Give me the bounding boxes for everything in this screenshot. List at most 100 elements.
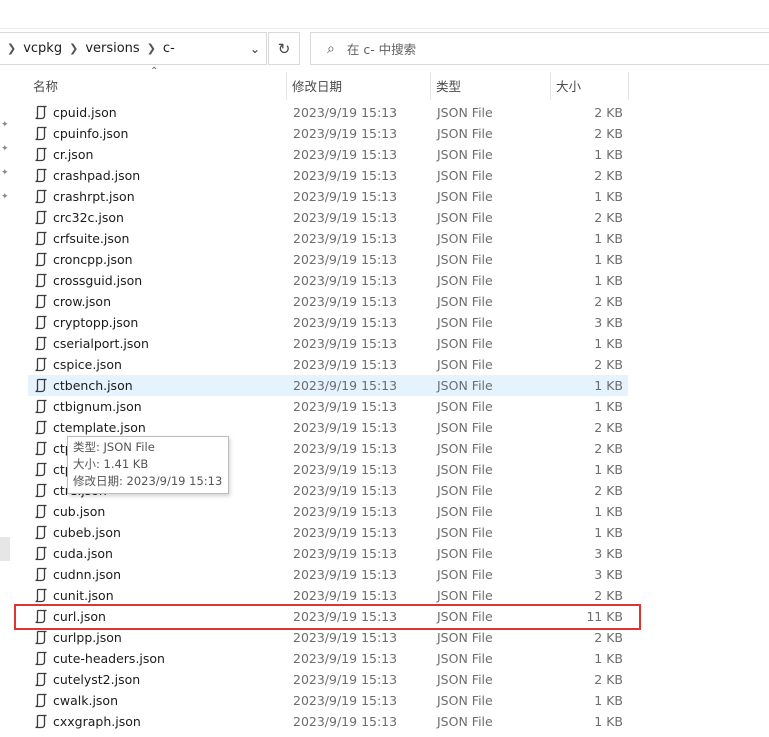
- file-row[interactable]: cpuinfo.json 2023/9/19 15:13 JSON File 2 KB: [28, 123, 628, 144]
- refresh-button[interactable]: ↻: [268, 32, 300, 65]
- file-type: JSON File: [437, 672, 493, 687]
- file-type: JSON File: [437, 273, 493, 288]
- chevron-down-icon[interactable]: ⌄: [244, 33, 266, 64]
- chevron-right-icon[interactable]: ❯: [7, 42, 16, 55]
- file-name[interactable]: cutelyst2.json: [53, 669, 140, 690]
- file-row[interactable]: ctbench.json 2023/9/19 15:13 JSON File 1 KB: [28, 375, 628, 396]
- file-name[interactable]: crfsuite.json: [53, 228, 129, 249]
- chevron-right-icon[interactable]: ❯: [69, 42, 78, 55]
- json-file-icon: [34, 651, 48, 666]
- file-row[interactable]: cutelyst2.json 2023/9/19 15:13 JSON File 2 …: [28, 669, 628, 690]
- file-row[interactable]: ctemplate.json 2023/9/19 15:13 JSON File 2 …: [28, 417, 628, 438]
- file-row[interactable]: cpuid.json 2023/9/19 15:13 JSON File 2 KB: [28, 102, 628, 123]
- file-row[interactable]: crossguid.json 2023/9/19 15:13 JSON File 1 …: [28, 270, 628, 291]
- file-row[interactable]: cudnn.json 2023/9/19 15:13 JSON File 3 KB: [28, 564, 628, 585]
- json-file-icon: [34, 126, 48, 141]
- json-file-icon: [34, 357, 48, 372]
- file-size: 3 KB: [594, 315, 623, 330]
- file-row[interactable]: cwalk.json 2023/9/19 15:13 JSON File 1 KB: [28, 690, 628, 711]
- file-name[interactable]: cuda.json: [53, 543, 113, 564]
- file-row[interactable]: cute-headers.json 2023/9/19 15:13 JSON Fil…: [28, 648, 628, 669]
- file-row[interactable]: crfsuite.json 2023/9/19 15:13 JSON File 1 K…: [28, 228, 628, 249]
- file-name[interactable]: cryptopp.json: [53, 312, 138, 333]
- file-name[interactable]: cserialport.json: [53, 333, 149, 354]
- file-tooltip: 类型: JSON File 大小: 1.41 KB 修改日期: 2023/9/1…: [67, 436, 229, 494]
- file-name[interactable]: crc32c.json: [53, 207, 124, 228]
- file-name[interactable]: ctbench.json: [53, 375, 133, 396]
- column-header-date[interactable]: 修改日期: [287, 66, 430, 104]
- file-size: 1 KB: [594, 189, 623, 204]
- chevron-right-icon[interactable]: ❯: [147, 42, 156, 55]
- file-name[interactable]: crashrpt.json: [53, 186, 135, 207]
- pin-icon[interactable]: ✦: [1, 169, 9, 178]
- file-type: JSON File: [437, 294, 493, 309]
- file-row[interactable]: crow.json 2023/9/19 15:13 JSON File 2 KB: [28, 291, 628, 312]
- file-name[interactable]: cub.json: [53, 501, 105, 522]
- file-row[interactable]: cubeb.json 2023/9/19 15:13 JSON File 1 KB: [28, 522, 628, 543]
- pin-icon[interactable]: ✦: [1, 193, 9, 202]
- file-row[interactable]: crashpad.json 2023/9/19 15:13 JSON File 2 K…: [28, 165, 628, 186]
- breadcrumb-current[interactable]: c-: [163, 41, 175, 56]
- address-bar[interactable]: ❯ vcpkg ❯ versions ❯ c- ⌄: [0, 32, 267, 65]
- file-name[interactable]: cwalk.json: [53, 690, 118, 711]
- nav-scroll-marker: [0, 537, 10, 561]
- file-name[interactable]: cpuid.json: [53, 102, 117, 123]
- file-date: 2023/9/19 15:13: [293, 378, 398, 393]
- file-row[interactable]: cspice.json 2023/9/19 15:13 JSON File 2 KB: [28, 354, 628, 375]
- file-date: 2023/9/19 15:13: [293, 189, 398, 204]
- pin-icon[interactable]: ✦: [1, 145, 9, 154]
- file-name[interactable]: crow.json: [53, 291, 111, 312]
- file-row[interactable]: cub.json 2023/9/19 15:13 JSON File 1 KB: [28, 501, 628, 522]
- file-row[interactable]: crashrpt.json 2023/9/19 15:13 JSON File 1 K…: [28, 186, 628, 207]
- json-file-icon: [34, 630, 48, 645]
- file-name[interactable]: crossguid.json: [53, 270, 142, 291]
- file-type: JSON File: [437, 546, 493, 561]
- file-row[interactable]: cserialport.json 2023/9/19 15:13 JSON File…: [28, 333, 628, 354]
- search-input[interactable]: ⌕ 在 c- 中搜索: [310, 32, 769, 65]
- file-name[interactable]: cubeb.json: [53, 522, 121, 543]
- file-name[interactable]: cute-headers.json: [53, 648, 165, 669]
- breadcrumb-versions[interactable]: versions: [85, 41, 139, 56]
- file-row[interactable]: crc32c.json 2023/9/19 15:13 JSON File 2 KB: [28, 207, 628, 228]
- file-type: JSON File: [437, 105, 493, 120]
- file-row[interactable]: ctbignum.json 2023/9/19 15:13 JSON File 1 K…: [28, 396, 628, 417]
- breadcrumb-vcpkg[interactable]: vcpkg: [23, 41, 62, 56]
- file-size: 2 KB: [594, 126, 623, 141]
- file-name[interactable]: curlpp.json: [53, 627, 122, 648]
- file-type: JSON File: [437, 714, 493, 729]
- file-name[interactable]: cspice.json: [53, 354, 122, 375]
- file-name[interactable]: cxxgraph.json: [53, 711, 141, 732]
- file-date: 2023/9/19 15:13: [293, 399, 398, 414]
- column-divider[interactable]: [628, 72, 629, 100]
- file-date: 2023/9/19 15:13: [293, 651, 398, 666]
- file-name[interactable]: cudnn.json: [53, 564, 121, 585]
- file-type: JSON File: [437, 357, 493, 372]
- column-header-name[interactable]: 名称: [28, 66, 286, 104]
- file-name[interactable]: ctemplate.json: [53, 417, 146, 438]
- file-name[interactable]: cpuinfo.json: [53, 123, 128, 144]
- file-type: JSON File: [437, 252, 493, 267]
- file-type: JSON File: [437, 567, 493, 582]
- pin-icon[interactable]: ✦: [1, 121, 9, 130]
- file-name[interactable]: cr.json: [53, 144, 93, 165]
- file-date: 2023/9/19 15:13: [293, 693, 398, 708]
- json-file-icon: [34, 693, 48, 708]
- json-file-icon: [34, 462, 48, 477]
- file-row[interactable]: cryptopp.json 2023/9/19 15:13 JSON File 3 K…: [28, 312, 628, 333]
- column-header-type[interactable]: 类型: [431, 66, 550, 104]
- file-size: 1 KB: [594, 651, 623, 666]
- file-name[interactable]: crashpad.json: [53, 165, 140, 186]
- file-name[interactable]: croncpp.json: [53, 249, 133, 270]
- file-row[interactable]: cr.json 2023/9/19 15:13 JSON File 1 KB: [28, 144, 628, 165]
- file-row[interactable]: cunit.json 2023/9/19 15:13 JSON File 2 KB: [28, 585, 628, 606]
- file-name[interactable]: ctbignum.json: [53, 396, 142, 417]
- file-date: 2023/9/19 15:13: [293, 546, 398, 561]
- file-row[interactable]: cuda.json 2023/9/19 15:13 JSON File 3 KB: [28, 543, 628, 564]
- file-row[interactable]: cxxgraph.json 2023/9/19 15:13 JSON File 1 K…: [28, 711, 628, 732]
- file-row[interactable]: curlpp.json 2023/9/19 15:13 JSON File 2 KB: [28, 627, 628, 648]
- file-date: 2023/9/19 15:13: [293, 714, 398, 729]
- file-name[interactable]: cunit.json: [53, 585, 114, 606]
- file-row[interactable]: croncpp.json 2023/9/19 15:13 JSON File 1 KB: [28, 249, 628, 270]
- file-date: 2023/9/19 15:13: [293, 672, 398, 687]
- column-header-size[interactable]: 大小: [551, 66, 628, 104]
